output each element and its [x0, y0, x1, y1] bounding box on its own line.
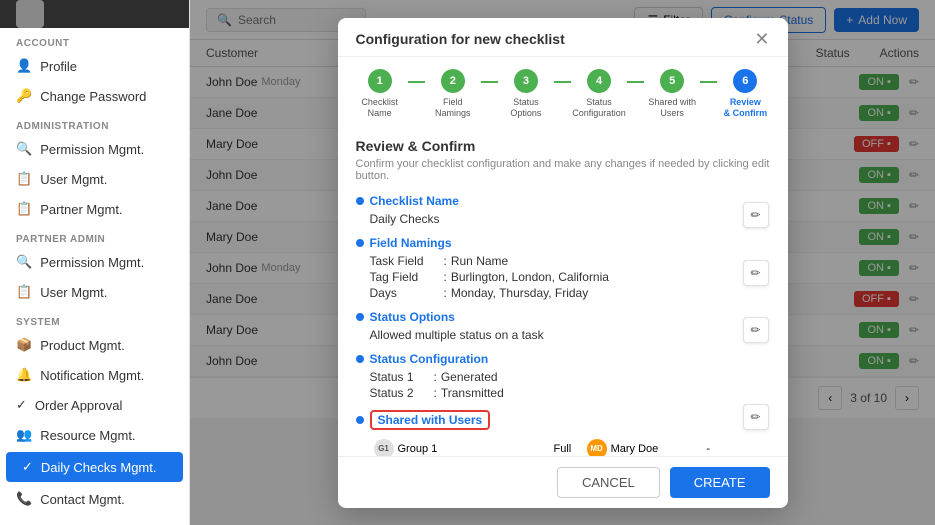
sidebar-item-order-approval[interactable]: ✓ Order Approval — [0, 390, 189, 420]
profile-icon: 👤 — [16, 58, 32, 74]
status-options-value: Allowed multiple status on a task — [370, 328, 736, 342]
sidebar-item-contact-mgmt[interactable]: 📞 Contact Mgmt. — [0, 484, 189, 514]
modal-overlay: Configuration for new checklist ✕ 1 Chec… — [190, 0, 935, 525]
sidebar-item-partner-permission[interactable]: 🔍 Permission Mgmt. — [0, 247, 189, 277]
edit-shared-users-button[interactable]: ✏ — [743, 404, 769, 430]
review-subtitle: Confirm your checklist configuration and… — [356, 158, 770, 182]
sidebar-item-product[interactable]: 📦 Product Mgmt. — [0, 330, 189, 360]
key-icon: 🔑 — [16, 88, 32, 104]
close-icon[interactable]: ✕ — [754, 30, 769, 48]
partner-user-icon: 📋 — [16, 284, 32, 300]
search-icon: 🔍 — [16, 141, 32, 157]
sidebar-item-notification[interactable]: 🔔 Notification Mgmt. — [0, 360, 189, 390]
sidebar-item-permission-mgmt[interactable]: 🔍 Permission Mgmt. — [0, 134, 189, 164]
sidebar-section-admin: ADMINISTRATION — [0, 111, 189, 134]
sidebar-section-account: ACCOUNT — [0, 28, 189, 51]
section-status-config: Status Configuration Status 1:Generated … — [356, 352, 736, 400]
edit-icons-column: ✏ ✏ ✏ — [736, 194, 770, 456]
step-5[interactable]: 5 Shared withUsers — [644, 69, 700, 120]
section-checklist-name: Checklist Name Daily Checks — [356, 194, 736, 226]
edit-checklist-name-button[interactable]: ✏ — [743, 202, 769, 228]
sidebar-section-system: SYSTEM — [0, 307, 189, 330]
edit-field-namings-button[interactable]: ✏ — [743, 260, 769, 286]
status-options-title: Status Options — [370, 310, 455, 324]
checklist-name-title: Checklist Name — [370, 194, 459, 208]
notification-icon: 🔔 — [16, 367, 32, 383]
edit-status-options-button[interactable]: ✏ — [743, 317, 769, 343]
main-area: 🔍 ☰ Filter Configure Status + Add Now Cu… — [190, 0, 935, 525]
partner-mgmt-icon: 📋 — [16, 201, 32, 217]
review-title: Review & Confirm — [356, 138, 770, 154]
modal-body: Review & Confirm Confirm your checklist … — [338, 128, 788, 456]
sidebar-item-profile[interactable]: 👤 Profile — [0, 51, 189, 81]
partner-permission-icon: 🔍 — [16, 254, 32, 270]
stepper: 1 ChecklistName 2 FieldNamings 3 StatusO… — [338, 57, 788, 128]
status-config-row: Status 2:Transmitted — [370, 386, 736, 400]
sidebar-item-partner-user[interactable]: 📋 User Mgmt. — [0, 277, 189, 307]
sidebar-item-change-password[interactable]: 🔑 Change Password — [0, 81, 189, 111]
step-4[interactable]: 4 StatusConfiguration — [571, 69, 627, 120]
sidebar-item-daily-checks[interactable]: ✓ Daily Checks Mgmt. — [6, 452, 183, 482]
create-button[interactable]: CREATE — [670, 467, 770, 498]
section-field-namings: Field Namings Task Field:Run Name Tag Fi… — [356, 236, 736, 300]
step-1[interactable]: 1 ChecklistName — [352, 69, 408, 120]
modal: Configuration for new checklist ✕ 1 Chec… — [338, 18, 788, 508]
product-icon: 📦 — [16, 337, 32, 353]
step-2[interactable]: 2 FieldNamings — [425, 69, 481, 120]
shared-users-title: Shared with Users — [370, 410, 491, 430]
field-row: Tag Field:Burlington, London, California — [370, 270, 736, 284]
section-status-options: Status Options Allowed multiple status o… — [356, 310, 736, 342]
daily-checks-icon: ✓ — [22, 459, 33, 475]
user-row: G1 Group 1 Full MD Mary Doe — [370, 436, 736, 456]
resource-icon: 👥 — [16, 427, 32, 443]
modal-title: Configuration for new checklist — [356, 31, 565, 47]
status-config-title: Status Configuration — [370, 352, 489, 366]
section-shared-users: Shared with Users G1 Group 1 — [356, 410, 736, 456]
field-row: Days:Monday, Thursday, Friday — [370, 286, 736, 300]
sidebar-item-user-mgmt[interactable]: 📋 User Mgmt. — [0, 164, 189, 194]
users-table: G1 Group 1 Full MD Mary Doe — [370, 436, 736, 456]
sidebar-section-partner: PARTNER ADMIN — [0, 224, 189, 247]
checklist-name-value: Daily Checks — [370, 212, 736, 226]
step-3[interactable]: 3 StatusOptions — [498, 69, 554, 120]
modal-footer: CANCEL CREATE — [338, 456, 788, 508]
sidebar-logo — [0, 0, 189, 28]
order-approval-icon: ✓ — [16, 397, 27, 413]
sidebar-item-resource[interactable]: 👥 Resource Mgmt. — [0, 420, 189, 450]
sidebar: ACCOUNT 👤 Profile 🔑 Change Password ADMI… — [0, 0, 190, 525]
user-mgmt-icon: 📋 — [16, 171, 32, 187]
status-config-row: Status 1:Generated — [370, 370, 736, 384]
step-6[interactable]: 6 Review& Confirm — [717, 69, 773, 120]
sidebar-section-other: OTHER — [0, 514, 189, 525]
sidebar-item-partner-mgmt[interactable]: 📋 Partner Mgmt. — [0, 194, 189, 224]
cancel-button[interactable]: CANCEL — [557, 467, 660, 498]
field-namings-title: Field Namings — [370, 236, 452, 250]
field-row: Task Field:Run Name — [370, 254, 736, 268]
contact-mgmt-icon: 📞 — [16, 491, 32, 507]
modal-header: Configuration for new checklist ✕ — [338, 18, 788, 57]
